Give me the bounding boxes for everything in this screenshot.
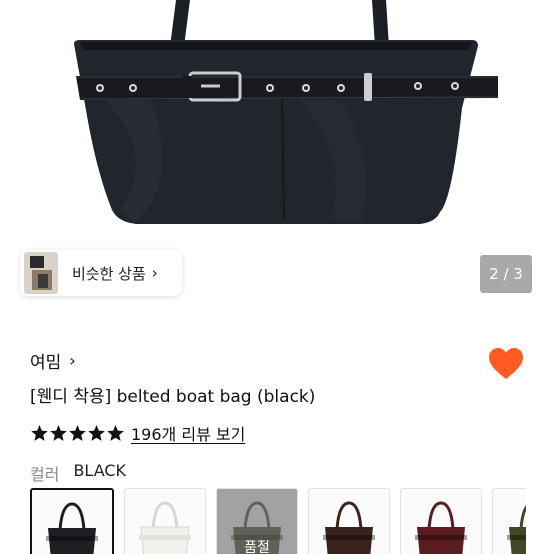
star-icon bbox=[31, 424, 48, 441]
star-icon bbox=[69, 424, 86, 441]
color-swatch[interactable]: 품절 bbox=[216, 488, 298, 554]
color-swatch[interactable] bbox=[492, 488, 526, 554]
heart-icon bbox=[489, 348, 523, 379]
rating-row: 196개 리뷰 보기 bbox=[30, 421, 245, 445]
color-swatch-list: 품절 bbox=[30, 488, 526, 554]
bag-thumbnail bbox=[46, 502, 98, 554]
bag-thumbnail bbox=[323, 501, 375, 554]
chevron-right-icon: › bbox=[151, 264, 158, 282]
similar-products-thumbnail bbox=[24, 252, 58, 294]
color-swatch[interactable] bbox=[400, 488, 482, 554]
color-swatch[interactable] bbox=[308, 488, 390, 554]
sold-out-label: 품절 bbox=[244, 540, 270, 554]
sold-out-overlay: 품절 bbox=[217, 489, 297, 554]
color-swatch[interactable] bbox=[30, 488, 114, 554]
bag-thumbnail bbox=[415, 501, 467, 554]
star-icon bbox=[88, 424, 105, 441]
color-label: 컬러 bbox=[30, 465, 60, 484]
color-option-row: 컬러 BLACK bbox=[30, 461, 126, 485]
wishlist-button[interactable] bbox=[488, 347, 524, 381]
color-swatch[interactable] bbox=[124, 488, 206, 554]
bag-thumbnail bbox=[139, 501, 191, 554]
star-icon bbox=[50, 424, 67, 441]
chevron-right-icon: › bbox=[69, 351, 76, 370]
gallery-page-indicator: 2 / 3 bbox=[480, 255, 532, 293]
rating-stars bbox=[30, 424, 125, 443]
star-icon bbox=[107, 424, 124, 441]
similar-products-button[interactable]: 비슷한 상품 › bbox=[20, 250, 182, 296]
brand-name: 여밈 bbox=[30, 353, 62, 373]
similar-products-label: 비슷한 상품 bbox=[72, 264, 146, 283]
brand-link[interactable]: 여밈 › bbox=[30, 348, 76, 373]
color-value: BLACK bbox=[73, 461, 127, 480]
review-link[interactable]: 196개 리뷰 보기 bbox=[131, 421, 245, 445]
bag-thumbnail bbox=[507, 505, 526, 554]
product-title: [웬디 착용] belted boat bag (black) bbox=[30, 387, 316, 407]
